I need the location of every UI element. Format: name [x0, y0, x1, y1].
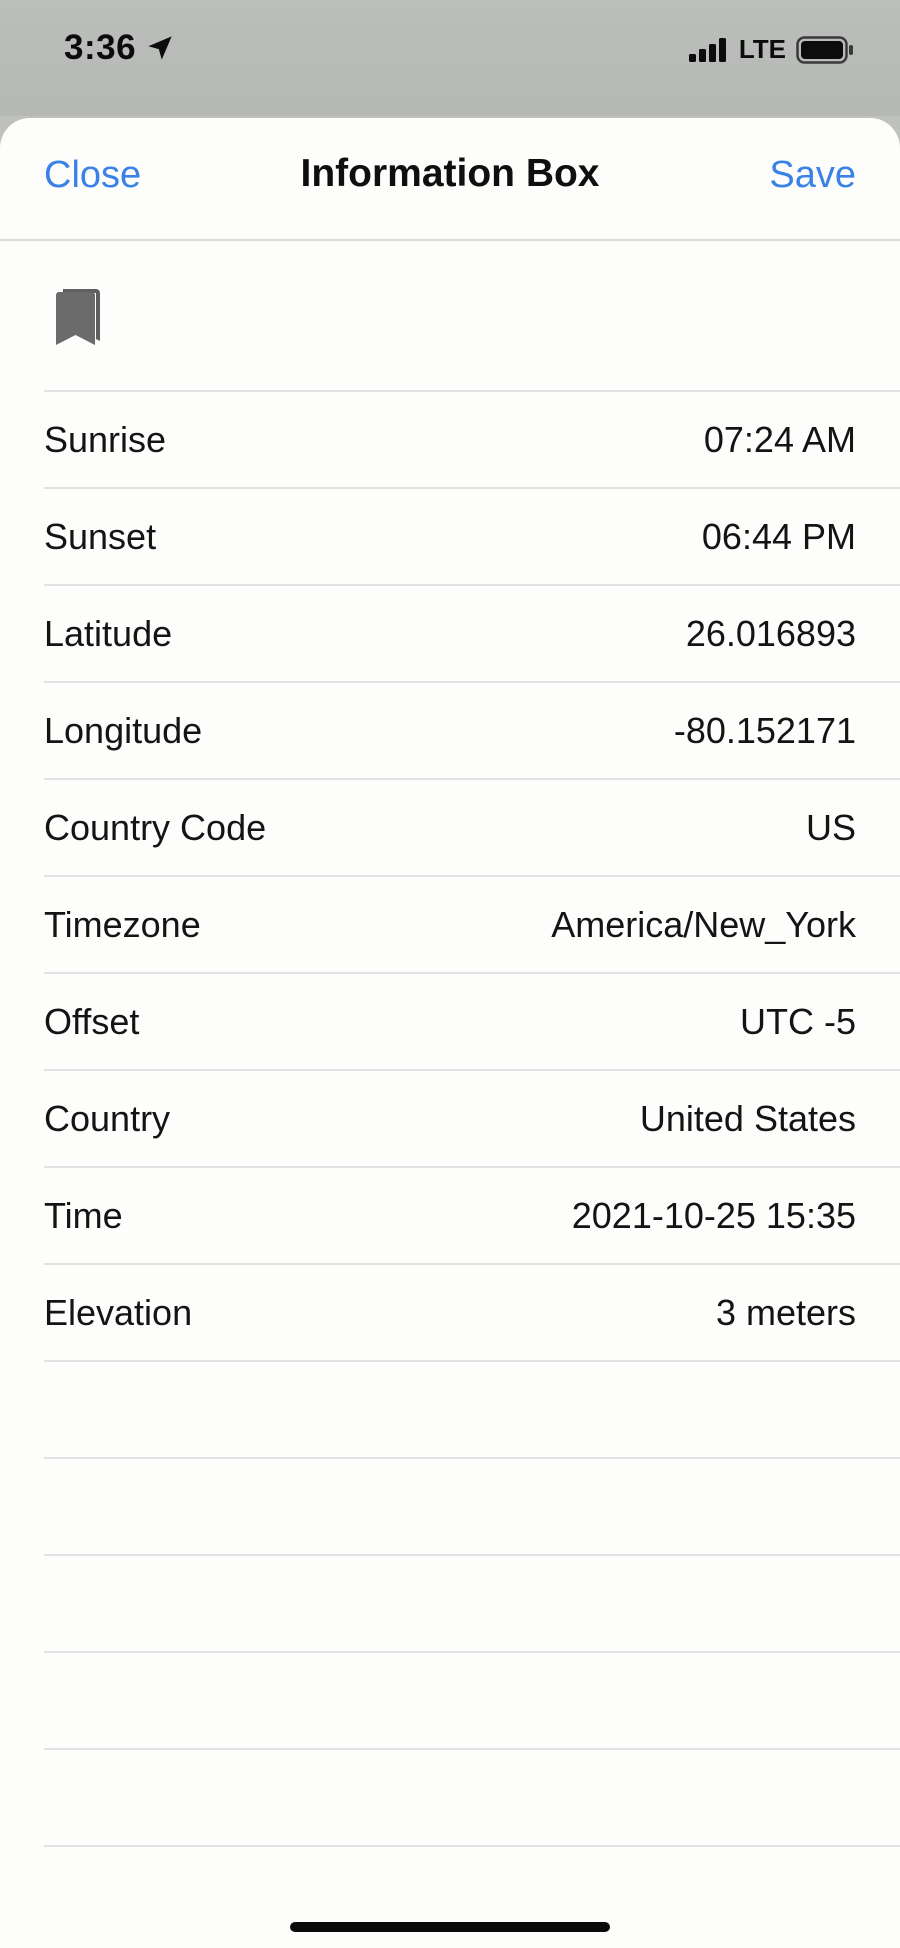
empty-row — [44, 1459, 900, 1556]
info-row-sunrise: Sunrise 07:24 AM — [44, 392, 900, 489]
empty-row — [44, 1362, 900, 1459]
info-row-timezone: Timezone America/New_York — [44, 877, 900, 974]
row-value: United States — [639, 1097, 856, 1139]
status-indicators: LTE — [688, 34, 854, 65]
info-list: Sunrise 07:24 AM Sunset 06:44 PM Latitud… — [0, 392, 900, 1847]
row-value: 07:24 AM — [703, 418, 856, 460]
row-label: Latitude — [44, 612, 173, 654]
bookmark-icon[interactable] — [56, 289, 100, 347]
info-row-elevation: Elevation 3 meters — [44, 1265, 900, 1362]
network-label: LTE — [738, 34, 786, 64]
page-title: Information Box — [300, 152, 600, 195]
status-time: 3:36 — [64, 28, 174, 68]
info-row-latitude: Latitude 26.016893 — [44, 586, 900, 683]
signal-bars-icon — [688, 37, 726, 62]
row-label: Time — [44, 1194, 123, 1236]
info-row-country-code: Country Code US — [44, 780, 900, 877]
empty-row — [44, 1653, 900, 1750]
empty-row — [44, 1750, 900, 1847]
row-value: 2021-10-25 15:35 — [571, 1194, 856, 1236]
row-value: 06:44 PM — [701, 515, 856, 557]
row-label: Country — [44, 1097, 171, 1139]
nav-bar: Close Information Box Save — [0, 118, 900, 241]
row-value: 3 meters — [715, 1291, 856, 1333]
row-label: Country Code — [44, 806, 267, 848]
info-row-country: Country United States — [44, 1071, 900, 1168]
information-sheet: Close Information Box Save Sunrise 07:24… — [0, 118, 900, 1948]
save-button[interactable]: Save — [769, 154, 856, 197]
row-value: -80.152171 — [673, 709, 856, 751]
battery-icon — [796, 35, 853, 64]
row-value: UTC -5 — [740, 1000, 856, 1042]
info-row-sunset: Sunset 06:44 PM — [44, 489, 900, 586]
row-label: Elevation — [44, 1291, 193, 1333]
row-label: Longitude — [44, 709, 203, 751]
empty-row — [44, 1556, 900, 1653]
location-arrow-icon — [148, 36, 172, 60]
status-time-text: 3:36 — [64, 28, 137, 67]
row-value: 26.016893 — [685, 612, 856, 654]
header-icon-row — [44, 241, 900, 392]
row-label: Timezone — [44, 903, 201, 945]
row-label: Sunset — [44, 515, 157, 557]
home-indicator[interactable] — [290, 1922, 610, 1932]
row-label: Sunrise — [44, 418, 167, 460]
row-value: US — [805, 806, 856, 848]
status-bar: 3:36 LTE — [0, 0, 900, 116]
info-row-longitude: Longitude -80.152171 — [44, 683, 900, 780]
row-label: Offset — [44, 1000, 140, 1042]
info-row-offset: Offset UTC -5 — [44, 974, 900, 1071]
info-row-time: Time 2021-10-25 15:35 — [44, 1168, 900, 1265]
row-value: America/New_York — [551, 903, 856, 945]
